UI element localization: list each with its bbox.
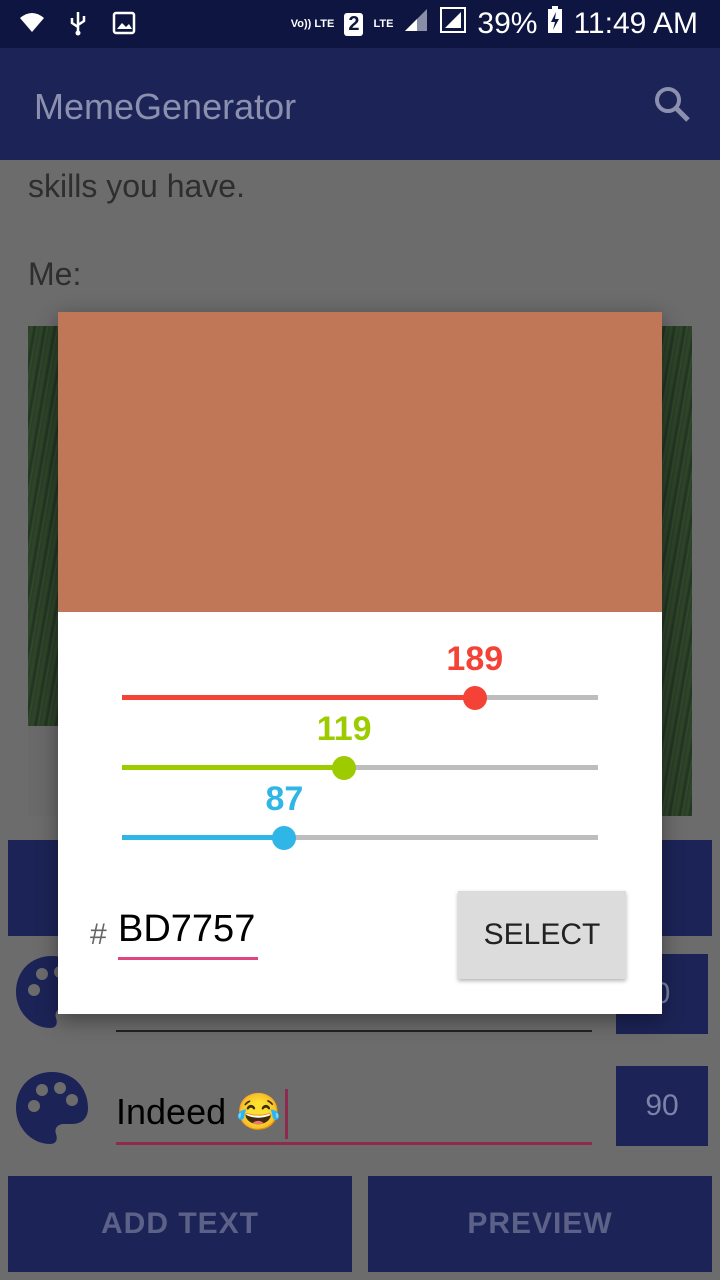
signal-icon-2 xyxy=(439,6,467,42)
wifi-icon xyxy=(18,10,46,36)
meme-caption-line2: Me: xyxy=(28,256,82,292)
usb-icon xyxy=(64,10,92,36)
blue-slider-fill xyxy=(122,835,285,840)
blue-slider[interactable]: 87 xyxy=(122,780,598,862)
battery-percent: 39% xyxy=(477,7,538,40)
color-preview xyxy=(58,312,662,612)
app-title: MemeGenerator xyxy=(34,86,297,127)
select-button[interactable]: SELECT xyxy=(458,891,626,979)
battery-charging-icon xyxy=(547,6,563,42)
text-input-2-value: Indeed 😂 xyxy=(116,1091,281,1132)
red-slider-fill xyxy=(122,695,475,700)
image-icon xyxy=(110,10,138,36)
color-picker-dialog: 189 119 87 # BD7757 SELECT xyxy=(58,312,662,1014)
red-slider-thumb[interactable] xyxy=(462,686,487,710)
app-bar: MemeGenerator xyxy=(0,48,720,160)
blue-slider-thumb[interactable] xyxy=(272,826,297,850)
text-input-2[interactable]: Indeed 😂 xyxy=(116,1082,592,1145)
meme-caption-line1: skills you have. xyxy=(28,168,245,204)
size-box-2[interactable]: 90 xyxy=(616,1066,708,1146)
green-slider-fill xyxy=(122,765,345,770)
lte-indicator: LTE xyxy=(373,17,394,30)
status-bar: Vo)) LTE 2 LTE 39% 11:49 AM xyxy=(0,0,720,48)
green-value-label: 119 xyxy=(316,710,372,748)
sim-slot-badge: 2 xyxy=(344,12,364,36)
signal-icon xyxy=(403,7,429,41)
red-value-label: 189 xyxy=(446,640,504,678)
green-slider-thumb[interactable] xyxy=(332,756,357,780)
add-text-button[interactable]: ADD TEXT xyxy=(8,1176,352,1272)
green-slider[interactable]: 119 xyxy=(122,710,598,792)
hex-hash-label: # xyxy=(90,918,107,951)
hex-input[interactable]: BD7757 xyxy=(118,908,258,960)
blue-value-label: 87 xyxy=(265,780,304,818)
volte-indicator: Vo)) LTE xyxy=(290,17,335,30)
preview-button[interactable]: PREVIEW xyxy=(368,1176,712,1272)
palette-icon[interactable] xyxy=(12,1068,92,1148)
search-icon[interactable] xyxy=(652,84,692,124)
clock: 11:49 AM xyxy=(573,7,698,40)
